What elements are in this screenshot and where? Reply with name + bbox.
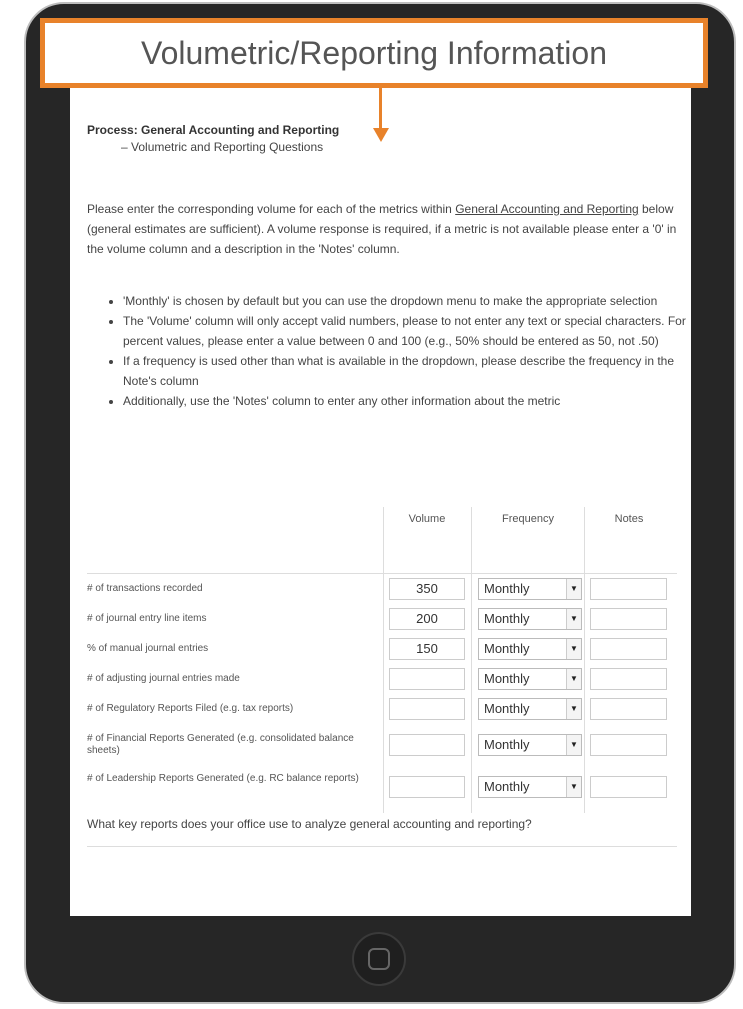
column-divider	[471, 507, 472, 813]
notes-input[interactable]	[590, 734, 667, 756]
notes-header: Notes	[614, 513, 644, 525]
metric-label: # of Regulatory Reports Filed (e.g. tax …	[87, 703, 294, 714]
metric-label: # of Financial Reports Generated (e.g. c…	[87, 733, 354, 756]
frequency-select[interactable]: Monthly ▼	[478, 608, 582, 630]
volume-input[interactable]	[389, 734, 465, 756]
arrow-down-icon	[373, 128, 389, 142]
column-divider	[383, 507, 384, 813]
metric-label: # of transactions recorded	[87, 583, 203, 594]
volume-input[interactable]	[389, 668, 465, 690]
dropdown-arrow-icon[interactable]: ▼	[566, 699, 581, 719]
column-divider	[584, 507, 585, 813]
frequency-value: Monthly	[484, 671, 530, 686]
volume-input[interactable]: 350	[389, 578, 465, 600]
metric-label: # of Leadership Reports Generated (e.g. …	[87, 773, 359, 784]
notes-input[interactable]	[590, 776, 667, 798]
key-reports-question: What key reports does your office use to…	[87, 817, 532, 831]
frequency-value: Monthly	[484, 737, 530, 752]
frequency-value: Monthly	[484, 611, 530, 626]
list-item: Additionally, use the 'Notes' column to …	[123, 391, 691, 411]
dropdown-arrow-icon[interactable]: ▼	[566, 639, 581, 659]
volume-input[interactable]: 150	[389, 638, 465, 660]
process-subtitle: – Volumetric and Reporting Questions	[121, 140, 324, 154]
intro-link[interactable]: General Accounting and Reporting	[455, 202, 638, 216]
frequency-select[interactable]: Monthly ▼	[478, 638, 582, 660]
header-divider	[87, 573, 677, 574]
notes-input[interactable]	[590, 638, 667, 660]
list-item: The 'Volume' column will only accept val…	[123, 311, 691, 351]
frequency-header: Frequency	[502, 513, 554, 525]
notes-input[interactable]	[590, 608, 667, 630]
list-item: 'Monthly' is chosen by default but you c…	[123, 291, 691, 311]
callout-arrow-line	[379, 88, 382, 130]
dropdown-arrow-icon[interactable]: ▼	[566, 735, 581, 755]
metric-label: % of manual journal entries	[87, 643, 209, 654]
frequency-select[interactable]: Monthly ▼	[478, 734, 582, 756]
dropdown-arrow-icon[interactable]: ▼	[566, 669, 581, 689]
banner-title: Volumetric/Reporting Information	[141, 34, 607, 71]
frequency-value: Monthly	[484, 779, 530, 794]
frequency-select[interactable]: Monthly ▼	[478, 776, 582, 798]
tablet-screen: Process: General Accounting and Reportin…	[70, 88, 691, 916]
dropdown-arrow-icon[interactable]: ▼	[566, 777, 581, 797]
key-reports-answer-field[interactable]	[87, 846, 677, 916]
notes-input[interactable]	[590, 668, 667, 690]
notes-input[interactable]	[590, 698, 667, 720]
frequency-select[interactable]: Monthly ▼	[478, 578, 582, 600]
home-square-icon	[368, 948, 390, 970]
frequency-select[interactable]: Monthly ▼	[478, 698, 582, 720]
list-item: If a frequency is used other than what i…	[123, 351, 691, 391]
dropdown-arrow-icon[interactable]: ▼	[566, 609, 581, 629]
notes-input[interactable]	[590, 578, 667, 600]
volume-input[interactable]: 200	[389, 608, 465, 630]
banner-callout: Volumetric/Reporting Information	[40, 18, 708, 88]
metric-label: # of adjusting journal entries made	[87, 673, 240, 684]
home-button-icon[interactable]	[352, 932, 406, 986]
instructions-paragraph: Please enter the corresponding volume fo…	[87, 199, 677, 259]
dropdown-arrow-icon[interactable]: ▼	[566, 579, 581, 599]
intro-text-before: Please enter the corresponding volume fo…	[87, 202, 456, 216]
frequency-value: Monthly	[484, 581, 530, 596]
volume-input[interactable]	[389, 698, 465, 720]
frequency-select[interactable]: Monthly ▼	[478, 668, 582, 690]
instructions-list: 'Monthly' is chosen by default but you c…	[103, 291, 691, 411]
metric-label: # of journal entry line items	[87, 613, 207, 624]
volume-input[interactable]	[389, 776, 465, 798]
frequency-value: Monthly	[484, 641, 530, 656]
volume-header: Volume	[408, 513, 446, 525]
frequency-value: Monthly	[484, 701, 530, 716]
